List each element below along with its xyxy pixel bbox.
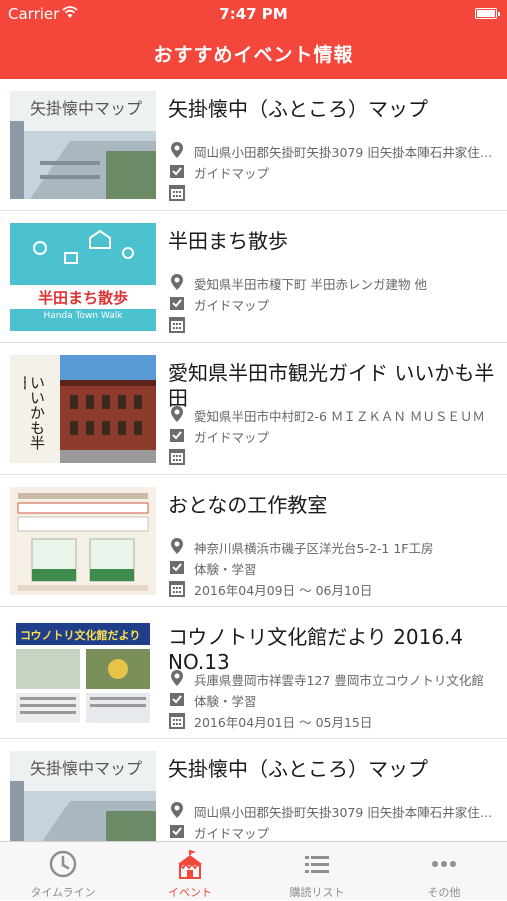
nav-header: Carrier 7:47 PM おすすめイベント情報 [0,0,507,79]
event-category-label: 体験・学習 [194,562,257,576]
thumb-title: 半田まち散歩 [37,289,128,307]
calendar-icon [169,581,185,597]
event-date-text: 2016年04月01日 〜 05月15日 [194,715,373,729]
event-date: 2016年04月09日 〜 06月10日 [168,579,498,597]
tab-event[interactable]: イベント [127,842,253,901]
event-title: 矢掛懐中（ふところ）マップ [168,97,428,121]
event-thumbnail [10,487,156,595]
checkbox-tag-icon [170,297,184,310]
event-category-label: ガイドマップ [194,826,270,840]
event-title: 矢掛懐中（ふところ）マップ [168,757,428,781]
event-category: ガイドマップ [168,822,498,840]
event-address: 兵庫県豊岡市祥雲寺127 豊岡市立コウノトリ文化館 [194,673,484,687]
tab-subscriptions[interactable]: 購読リスト [254,842,380,901]
event-row[interactable]: おとなの工作教室 神奈川県横浜市磯子区洋光台5-2-1 1F工房 体験・学習 2… [0,475,507,607]
checkbox-tag-icon [170,693,184,706]
tab-bar: タイムライン イベント 購読リスト その他 [0,841,507,900]
tab-label: 購読リスト [289,886,345,899]
event-location: 愛知県半田市榎下町 半田赤レンガ建物 他 [168,273,498,291]
tab-timeline[interactable]: タイムライン [0,842,126,901]
event-location: 愛知県半田市中村町2-6 ＭＩＺＫＡＮ ＭＵＳＥＵＭ [168,405,498,423]
event-thumbnail: いいかも半田 [10,355,156,463]
event-list[interactable]: 矢掛懐中マップ 矢掛懐中（ふところ）マップ 岡山県小田郡矢掛町矢掛3079 旧矢… [0,79,507,841]
location-pin-icon [171,142,183,158]
more-dots-icon [432,861,456,867]
event-category: 体験・学習 [168,558,498,576]
event-title: 愛知県半田市観光ガイド いいかも半田 [168,361,495,410]
event-row[interactable]: 半田まち散歩 Handa Town Walk 半田まち散歩 愛知県半田市榎下町 … [0,211,507,343]
event-category: ガイドマップ [168,294,498,312]
event-location: 岡山県小田郡矢掛町矢掛3079 旧矢掛本陣石井家住宅 他 [168,801,498,819]
event-row[interactable]: 矢掛懐中マップ 矢掛懐中（ふところ）マップ 岡山県小田郡矢掛町矢掛3079 旧矢… [0,79,507,211]
event-date: 2016年04月01日 〜 05月15日 [168,711,498,729]
checkbox-tag-icon [170,429,184,442]
event-thumbnail: 矢掛懐中マップ [10,91,156,199]
event-category-label: 体験・学習 [194,694,257,708]
event-title: コウノトリ文化館だより 2016.4 NO.13 [168,625,464,674]
thumb-title: コウノトリ文化館だより [20,629,141,642]
tab-label: その他 [427,886,461,899]
tab-label: イベント [168,886,212,899]
event-category: ガイドマップ [168,426,498,444]
event-category-label: ガイドマップ [194,430,270,444]
event-address: 愛知県半田市中村町2-6 ＭＩＺＫＡＮ ＭＵＳＥＵＭ [194,409,485,423]
event-category-label: ガイドマップ [194,166,270,180]
list-icon [305,856,329,873]
event-category: ガイドマップ [168,162,498,180]
calendar-icon [169,449,185,465]
event-date [168,183,498,201]
status-bar: Carrier 7:47 PM [0,0,507,28]
event-address: 神奈川県横浜市磯子区洋光台5-2-1 1F工房 [194,541,434,555]
location-pin-icon [171,406,183,422]
event-title: おとなの工作教室 [168,493,328,517]
checkbox-tag-icon [170,165,184,178]
event-date-text: 2016年04月09日 〜 06月10日 [194,583,373,597]
location-pin-icon [171,802,183,818]
event-address: 愛知県半田市榎下町 半田赤レンガ建物 他 [194,277,427,291]
event-thumbnail: 半田まち散歩 Handa Town Walk [10,223,156,331]
event-thumbnail: 矢掛懐中マップ [10,751,156,841]
calendar-icon [169,185,185,201]
thumb-title: 矢掛懐中マップ [30,99,143,118]
event-row[interactable]: コウノトリ文化館だより コウノトリ文化館だより 2016.4 NO.13 兵庫県… [0,607,507,739]
event-location: 兵庫県豊岡市祥雲寺127 豊岡市立コウノトリ文化館 [168,669,498,687]
location-pin-icon [171,538,183,554]
tab-more[interactable]: その他 [381,842,507,901]
calendar-icon [169,317,185,333]
tab-label: タイムライン [30,886,96,899]
event-location: 神奈川県横浜市磯子区洋光台5-2-1 1F工房 [168,537,498,555]
checkbox-tag-icon [170,825,184,838]
event-title: 半田まち散歩 [168,229,288,253]
event-address: 岡山県小田郡矢掛町矢掛3079 旧矢掛本陣石井家住宅 他 [194,805,498,819]
event-location: 岡山県小田郡矢掛町矢掛3079 旧矢掛本陣石井家住宅 他 [168,141,498,159]
clock-time: 7:47 PM [219,5,288,23]
battery-icon [475,8,500,19]
checkbox-tag-icon [170,561,184,574]
clock-icon [49,850,77,878]
event-date [168,447,498,465]
event-category: 体験・学習 [168,690,498,708]
thumb-subtitle: Handa Town Walk [43,311,123,321]
location-pin-icon [171,670,183,686]
event-category-label: ガイドマップ [194,298,270,312]
location-pin-icon [171,274,183,290]
thumb-title: いいかも半田 [24,375,46,450]
event-row[interactable]: 矢掛懐中マップ 矢掛懐中（ふところ）マップ 岡山県小田郡矢掛町矢掛3079 旧矢… [0,739,507,841]
event-row[interactable]: いいかも半田 愛知県半田市観光ガイド いいかも半田 愛知県半田市中村町2-6 Ｍ… [0,343,507,475]
page-title: おすすめイベント情報 [153,44,354,66]
event-thumbnail: コウノトリ文化館だより [10,619,156,727]
thumb-title: 矢掛懐中マップ [30,759,143,778]
circus-tent-icon [178,850,202,879]
event-address: 岡山県小田郡矢掛町矢掛3079 旧矢掛本陣石井家住宅 他 [194,145,498,159]
calendar-icon [169,713,185,729]
event-date [168,315,498,333]
